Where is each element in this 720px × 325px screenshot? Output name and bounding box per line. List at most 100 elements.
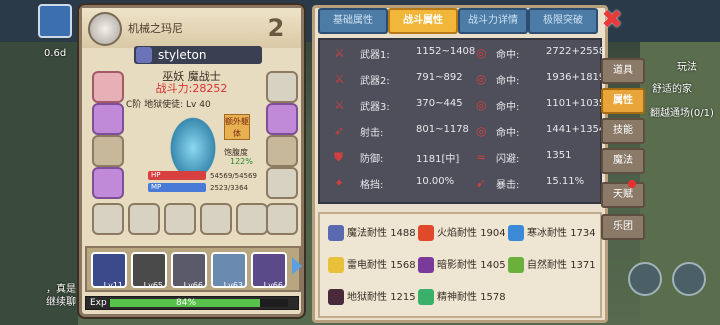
resist-value: 1405: [480, 260, 506, 271]
stat-row-defense: ⛊ 防御: 1181[中] ≈ 闪避: 1351: [320, 146, 604, 168]
bg-hint-text2: 继续聊: [46, 297, 76, 308]
exp-value: 84%: [176, 298, 197, 308]
exp-label: Exp: [90, 298, 107, 308]
resist-label: 精神耐性: [437, 292, 477, 303]
notification-dot: [628, 180, 636, 188]
tab-power-details[interactable]: 战斗力详情: [458, 8, 528, 34]
stat-value: 801~1178: [416, 124, 469, 135]
stat-sub-value: 1441+1354: [546, 124, 606, 135]
pet-1[interactable]: Lv11: [91, 252, 127, 290]
side-tab-props[interactable]: 道具: [601, 58, 645, 84]
hp-value: 54569/54569: [210, 172, 257, 180]
bg-level-text: 0.6d: [44, 48, 67, 59]
accessory-slot-5[interactable]: [266, 203, 298, 235]
resist-cold: 寒冰耐性 1734: [508, 224, 596, 241]
stat-sub-label: 暴击:: [496, 180, 520, 191]
resist-shadow: 暗影耐性 1405: [418, 256, 506, 273]
combat-stats: ⚔ 武器1: 1152~1408 ◎ 命中: 2722+2558 ⚔ 武器2: …: [318, 38, 606, 204]
bg-play-label: 玩法: [677, 62, 697, 73]
ring-slot-1[interactable]: [92, 203, 124, 235]
stat-row-weapon3: ⚔ 武器3: 370~445 ◎ 命中: 1101+1035: [320, 94, 605, 116]
gloves-slot[interactable]: [92, 135, 124, 167]
skill-button[interactable]: [672, 262, 706, 296]
stat-value: 10.00%: [416, 176, 455, 187]
stat-sub-value: 1936+1819: [546, 72, 606, 83]
side-tab-attributes[interactable]: 属性: [601, 88, 645, 114]
resist-label: 自然耐性: [527, 260, 567, 271]
stat-label: 射击:: [360, 128, 384, 139]
resistance-panel: 魔法耐性 1488 火焰耐性 1904 寒冰耐性 1734 雷电耐性 1568 …: [318, 212, 602, 318]
boots-slot[interactable]: [92, 167, 124, 199]
stat-value: 1152~1408: [416, 46, 476, 57]
player-name-bar: styleton: [134, 46, 262, 64]
resist-lightning: 雷电耐性 1568: [328, 256, 416, 273]
side-tab-talent[interactable]: 天赋: [601, 182, 645, 208]
stat-value: 370~445: [416, 98, 463, 109]
accessory-slot-1[interactable]: [266, 71, 298, 103]
guild-name: 机械之玛尼: [128, 22, 183, 35]
shield-icon: ⛊: [334, 150, 344, 164]
accessory-slot-2[interactable]: [266, 103, 298, 135]
weapon-slot-1[interactable]: [164, 203, 196, 235]
pet-row: Lv11 Lv65 Lv66 Lv63 Lv66: [85, 246, 301, 292]
block-icon: ✦: [334, 176, 345, 190]
tab-limit-break[interactable]: 极限突破: [528, 8, 598, 34]
magic-icon: [328, 225, 344, 241]
player-avatar[interactable]: [38, 4, 72, 38]
hit-icon: ◎: [476, 46, 487, 60]
helmet-slot[interactable]: [92, 71, 124, 103]
character-panel: 机械之玛尼 2 styleton 巫妖 魔战士 战斗力:28252 C阶 地狱使…: [79, 5, 304, 317]
hit-icon: ◎: [476, 98, 487, 112]
pet-2[interactable]: Lv65: [131, 252, 167, 290]
resist-label: 魔法耐性: [347, 228, 387, 239]
accessory-slot-3[interactable]: [266, 135, 298, 167]
weapon-slot-2[interactable]: [200, 203, 232, 235]
pet-4[interactable]: Lv63: [211, 252, 247, 290]
resist-nature: 自然耐性 1371: [508, 256, 596, 273]
satiety-value: 122%: [230, 157, 253, 166]
resist-label: 雷电耐性: [347, 260, 387, 271]
fire-icon: [418, 225, 434, 241]
armor-slot[interactable]: [92, 103, 124, 135]
stat-label: 格挡:: [360, 180, 384, 191]
resist-value: 1578: [480, 292, 506, 303]
stat-label: 防御:: [360, 154, 384, 165]
sword-icon: ⚔: [334, 46, 345, 60]
tab-basic[interactable]: 基础属性: [318, 8, 388, 34]
stat-sub-label: 闪避:: [496, 154, 520, 165]
stat-sub-label: 命中:: [496, 128, 520, 139]
resist-value: 1568: [390, 260, 416, 271]
stat-sub-value: 1351: [546, 150, 572, 161]
weapon-slot-3[interactable]: [236, 203, 268, 235]
resist-value: 1734: [570, 228, 596, 239]
nature-icon: [508, 257, 524, 273]
ring-slot-2[interactable]: [128, 203, 160, 235]
next-arrow-icon[interactable]: [292, 257, 302, 275]
mp-value: 2523/3364: [210, 184, 248, 192]
stat-value: 1181[中]: [416, 154, 460, 165]
hit-icon: ◎: [476, 72, 487, 86]
bg-quest: 翻越通场(0/1): [650, 108, 714, 119]
resist-value: 1215: [390, 292, 416, 303]
side-tab-band[interactable]: 乐团: [601, 214, 645, 240]
pet-5[interactable]: Lv66: [251, 252, 287, 290]
resist-value: 1488: [390, 228, 416, 239]
stat-value: 791~892: [416, 72, 463, 83]
pet-3[interactable]: Lv66: [171, 252, 207, 290]
accessory-slot-4[interactable]: [266, 167, 298, 199]
side-tab-skills[interactable]: 技能: [601, 118, 645, 144]
stat-label: 武器2:: [360, 76, 390, 87]
rank-number: 2: [267, 14, 285, 42]
attack-button[interactable]: [628, 262, 662, 296]
side-tab-magic[interactable]: 魔法: [601, 148, 645, 174]
stat-row-weapon2: ⚔ 武器2: 791~892 ◎ 命中: 1936+1819: [320, 68, 606, 90]
resist-label: 寒冰耐性: [527, 228, 567, 239]
tab-combat[interactable]: 战斗属性: [388, 8, 458, 34]
hit-icon: ◎: [476, 124, 487, 138]
resist-label: 地狱耐性: [347, 292, 387, 303]
close-icon[interactable]: ✖: [597, 5, 627, 35]
extra-body-button[interactable]: 额外躯体: [224, 114, 250, 140]
resist-value: 1904: [480, 228, 506, 239]
resist-spirit: 精神耐性 1578: [418, 288, 506, 305]
guild-badge-icon: [88, 12, 122, 46]
